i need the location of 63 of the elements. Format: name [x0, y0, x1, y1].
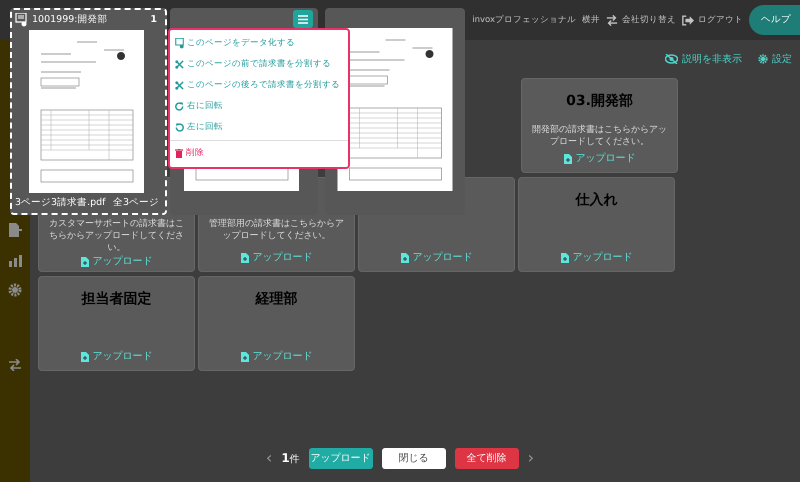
bar-chart-icon[interactable]: [8, 253, 22, 267]
menu-item[interactable]: このページの後ろで請求書を分割する: [170, 75, 348, 96]
rotate-left-icon: [175, 123, 184, 132]
upload-link[interactable]: アップロード: [240, 250, 312, 265]
upload-link[interactable]: アップロード: [80, 254, 152, 270]
card-description: 管理部用の請求書はこちらからアップロードしてください。: [208, 218, 345, 242]
menu-button[interactable]: [293, 10, 313, 28]
swap-arrows-icon[interactable]: [8, 359, 22, 371]
menu-item[interactable]: このページの前で請求書を分割する: [170, 54, 348, 75]
gear-icon[interactable]: [8, 283, 22, 297]
file-plus-icon: [564, 154, 572, 164]
card-title: 仕入れ: [576, 191, 618, 210]
gear-icon: [758, 54, 768, 64]
scissors-icon: [175, 81, 184, 90]
file-export-icon[interactable]: [8, 223, 22, 237]
page-number: 1: [150, 13, 157, 27]
company-name: invoxプロフェッショナル: [472, 14, 576, 26]
file-plus-icon: [240, 252, 248, 262]
card-title: 担当者固定: [82, 290, 152, 309]
upload-link[interactable]: アップロード: [80, 349, 152, 364]
previous-page-link[interactable]: ‹: [266, 446, 272, 470]
switch-company-link[interactable]: 会社切り替え: [606, 14, 676, 26]
hide-description-link[interactable]: 説明を非表示: [665, 52, 742, 66]
file-plus-icon: [240, 352, 248, 362]
document-gear-icon: [15, 13, 27, 27]
sign-out-icon: [682, 14, 694, 26]
file-plus-icon: [80, 256, 88, 267]
file-plus-icon: [560, 252, 568, 262]
upload-button[interactable]: アップロード: [308, 448, 373, 468]
file-name: 3ページ3請求書.pdf: [15, 196, 106, 210]
page-label: 1001999:開発部: [32, 13, 108, 27]
upload-link[interactable]: アップロード: [240, 349, 312, 364]
count-unit: 件: [290, 453, 300, 467]
card-description: カスタマーサポートの請求書はこちらからアップロードしてください。: [48, 218, 185, 254]
settings-link[interactable]: 設定: [758, 52, 792, 66]
delete-all-button[interactable]: 全て削除: [454, 448, 519, 468]
menu-item[interactable]: 右に回転: [170, 96, 348, 117]
help-button[interactable]: ヘルプ: [749, 4, 800, 36]
scissors-icon: [175, 60, 184, 69]
rotate-right-icon: [175, 102, 184, 111]
card-title: 03.開発部: [566, 92, 633, 111]
card-title: 経理部: [256, 290, 298, 309]
card-description: 開発部の請求書はこちらからアップロードしてください。: [531, 124, 668, 148]
menu-icon: [298, 14, 308, 24]
upload-link[interactable]: アップロード: [564, 151, 636, 166]
upload-link[interactable]: アップロード: [560, 250, 632, 265]
close-button[interactable]: 閉じる: [382, 448, 446, 468]
menu-item[interactable]: 左に回転: [170, 117, 348, 138]
upload-link[interactable]: アップロード: [400, 250, 472, 265]
menu-item[interactable]: このページをデータ化する: [170, 33, 348, 54]
next-page-link[interactable]: ›: [528, 446, 534, 470]
trash-icon: [175, 149, 183, 158]
file-plus-icon: [400, 252, 408, 262]
swap-arrows-icon: [606, 14, 618, 26]
page-count: 全3ページ: [112, 196, 159, 210]
menu-item[interactable]: 削除: [170, 143, 348, 164]
logout-link[interactable]: ログアウト: [682, 14, 743, 26]
user-name: 横井: [582, 14, 600, 26]
document-gear-icon: [175, 38, 184, 49]
page-thumbnail[interactable]: 1001999:開発部 1 3ページ3請求書.pdf 全3ページ: [10, 8, 167, 215]
file-plus-icon: [80, 352, 88, 362]
eye-slash-icon: [665, 54, 678, 64]
item-count: 1: [281, 450, 290, 467]
